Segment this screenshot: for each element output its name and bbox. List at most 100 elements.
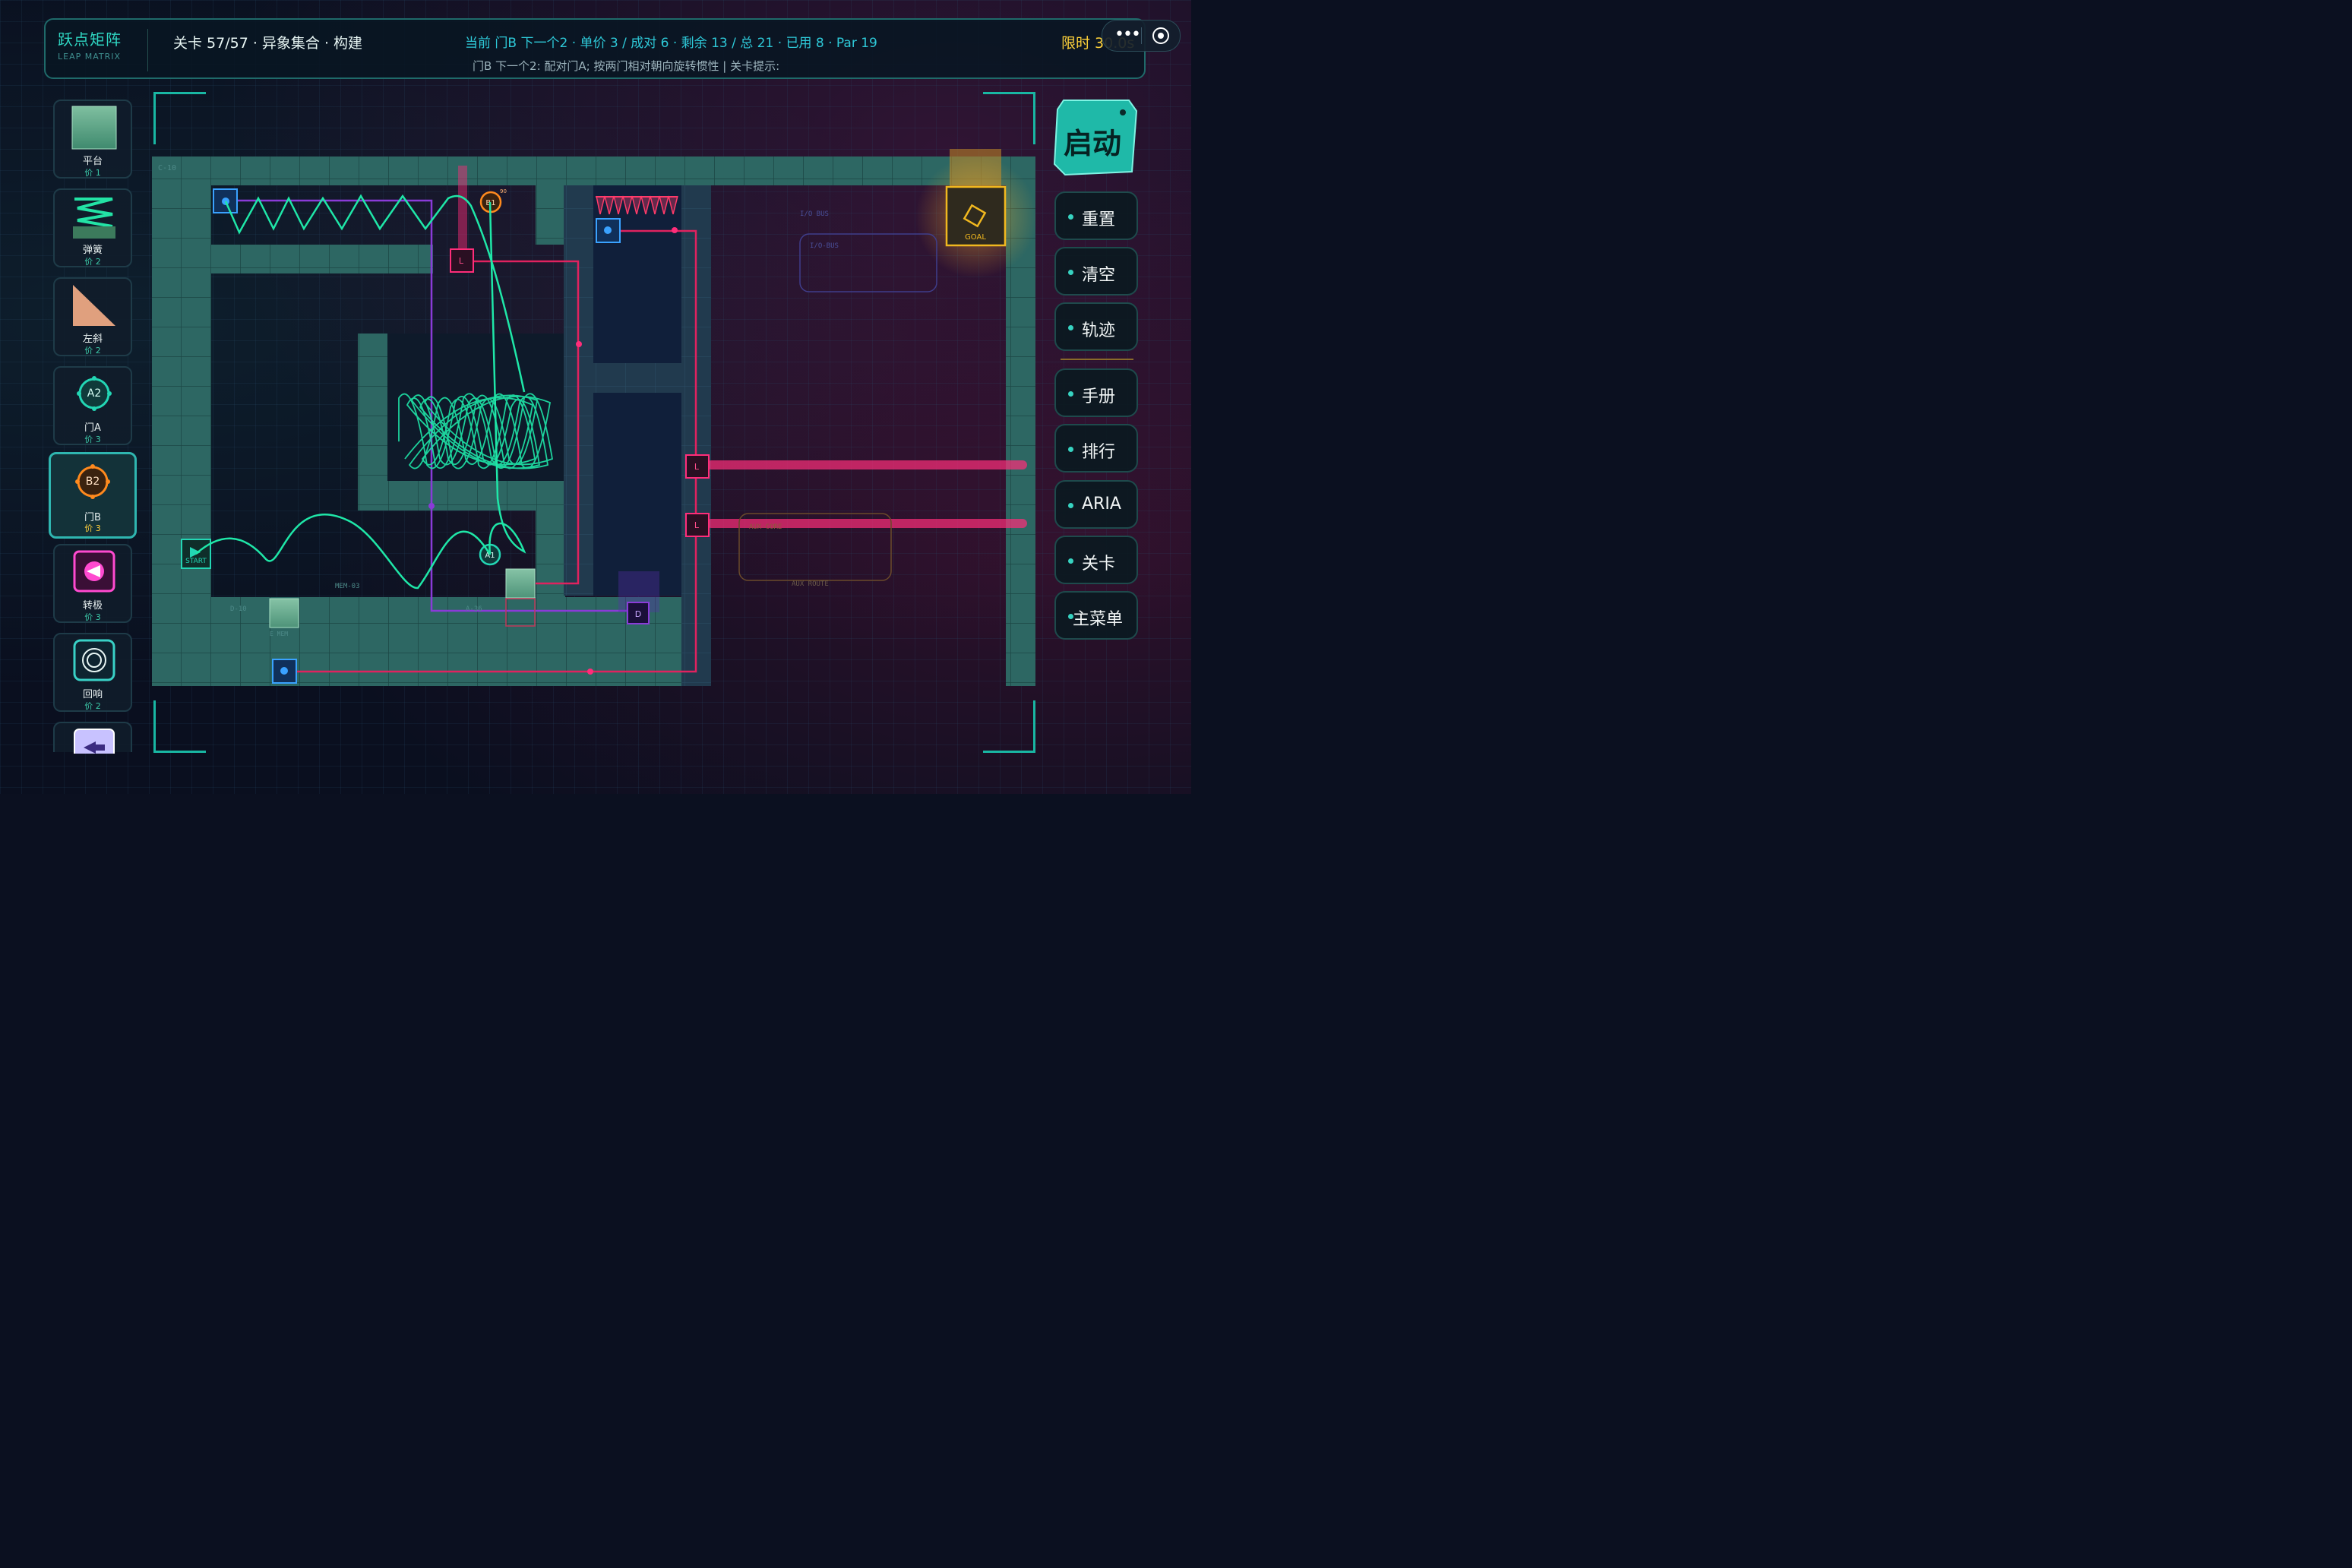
laser-label: L (694, 520, 700, 530)
level-info: 关卡 57/57 · 异象集合 · 构建 (173, 35, 363, 52)
goal-label: GOAL (965, 233, 986, 242)
tool-left-ramp[interactable]: 左斜 价 2 (53, 277, 132, 356)
top-hud: 跃点矩阵 LEAP MATRIX 关卡 57/57 · 异象集合 · 构建 当前… (44, 18, 1146, 79)
menu-separator (1061, 359, 1133, 360)
menu-label: 关卡 (1082, 555, 1116, 574)
inner-floor (358, 481, 564, 511)
laser-beam-right-1 (707, 460, 1027, 469)
menu-levels-button[interactable]: 关卡 (1054, 536, 1138, 584)
menu-label: 手册 (1082, 387, 1116, 406)
start-label: START (185, 558, 207, 565)
zone-label: C-10 (158, 164, 176, 172)
tool-cost: 价 3 (84, 435, 101, 444)
mem-label: E MEM (270, 631, 288, 637)
menu-dot (1068, 325, 1073, 330)
tool-partial[interactable] (53, 722, 132, 754)
zone-label: D-10 (230, 605, 247, 613)
laser-label: L (694, 462, 700, 472)
menu-manual-button[interactable]: 手册 (1054, 368, 1138, 417)
tool-echo[interactable]: 回响 价 2 (53, 633, 132, 712)
tool-cost: 价 3 (84, 612, 101, 622)
menu-clear-button[interactable]: 清空 (1054, 247, 1138, 296)
menu-reset-button[interactable]: 重置 (1054, 191, 1138, 240)
wire-node (587, 669, 593, 675)
menu-label: 重置 (1082, 210, 1116, 229)
tool-cost: 价 1 (84, 168, 101, 178)
spring-icon (73, 198, 115, 239)
menu-dot (1068, 447, 1073, 452)
portal-b1-angle: 90 (500, 188, 507, 194)
top-wall (152, 156, 1035, 185)
zone-label: A-36 (466, 605, 482, 613)
menu-main-menu-button[interactable]: 主菜单 (1054, 591, 1138, 640)
tool-cost: 价 3 (84, 523, 101, 533)
tool-cost: 价 2 (84, 701, 101, 711)
piece-hint: 门B 下一个2: 配对门A; 按两门相对朝向旋转惯性 | 关卡提示: (473, 59, 780, 73)
frame-corner-br (983, 700, 1035, 753)
tool-name: 回响 (82, 689, 103, 700)
d-node-label: D (635, 609, 641, 619)
start-button[interactable]: 启动 (1053, 99, 1138, 176)
start-label: 启动 (1064, 127, 1122, 160)
tool-cost: 价 2 (84, 346, 101, 356)
sensor-dot (604, 226, 612, 234)
game-board[interactable]: GOAL L L L B1 90 A1 D START C-10 D-10 A-… (152, 149, 1037, 690)
game-title: 跃点矩阵 (58, 30, 122, 49)
mem-label: MEM-03 (335, 583, 360, 590)
left-wall (152, 156, 211, 662)
bus-label: I/O BUS (800, 210, 829, 218)
platform-icon (71, 106, 117, 150)
bus-label: I/O-BUS (810, 242, 839, 250)
tool-cost: 价 2 (84, 257, 101, 267)
wire-node (576, 341, 582, 347)
build-stats: 当前 门B 下一个2 · 单价 3 / 成对 6 · 剩余 13 / 总 21 … (465, 36, 877, 51)
menu-ranking-button[interactable]: 排行 (1054, 424, 1138, 473)
left-ramp-icon (73, 285, 115, 326)
menu-dot (1068, 270, 1073, 275)
wire-node (672, 227, 678, 233)
menu-aria-button[interactable]: ARIA (1054, 480, 1138, 529)
more-dots-icon[interactable]: ••• (1114, 25, 1141, 44)
menu-dot (1068, 558, 1073, 564)
hud-divider (147, 29, 148, 71)
menu-label: 排行 (1082, 443, 1116, 462)
frame-corner-bl (153, 700, 206, 753)
tool-portal-a[interactable]: A2 门A 价 3 (53, 366, 132, 445)
tool-name: 左斜 (82, 334, 103, 345)
menu-label: 主菜单 (1073, 610, 1124, 629)
tool-platform[interactable]: 平台 价 1 (53, 100, 132, 179)
record-circle-icon[interactable] (1152, 27, 1169, 44)
menu-dot (1068, 503, 1073, 508)
menu-label: 轨迹 (1082, 321, 1116, 340)
tool-polarity-switch[interactable]: 转极 价 3 (53, 544, 132, 623)
sensor-dot (280, 667, 288, 675)
tool-spring[interactable]: 弹簧 价 2 (53, 188, 132, 267)
echo-icon (73, 639, 115, 681)
arrow-tool-icon (74, 729, 115, 754)
aux-label: AUX ROUTE (792, 580, 829, 588)
window-capsule-controls: ••• (1102, 20, 1181, 52)
menu-dot (1068, 214, 1073, 220)
polarity-switch-icon (73, 550, 115, 593)
frame-corner-tr (983, 92, 1035, 144)
tool-name: 平台 (82, 156, 103, 167)
tool-portal-b[interactable]: B2 门B 价 3 (49, 452, 137, 539)
aux-label: AUX-CORE (749, 523, 782, 531)
upper-ledge (211, 245, 360, 273)
capsule-divider (1141, 27, 1142, 44)
shaft-middle-bar (593, 363, 681, 393)
tool-name: 转极 (82, 600, 103, 612)
wire-node (428, 503, 435, 509)
portal-a-badge: A2 (87, 387, 102, 400)
menu-label: 清空 (1082, 266, 1116, 285)
placed-platform[interactable] (269, 598, 299, 628)
menu-dot (1068, 391, 1073, 397)
menu-label: ARIA (1082, 495, 1121, 514)
menu-trail-button[interactable]: 轨迹 (1054, 302, 1138, 351)
pillar-top (536, 185, 565, 245)
laser-beam-vertical (458, 166, 467, 249)
frame-corner-tl (153, 92, 206, 144)
placed-platform[interactable] (505, 568, 536, 599)
portal-b-badge: B2 (85, 476, 100, 488)
upper-ledge-2 (360, 245, 433, 273)
